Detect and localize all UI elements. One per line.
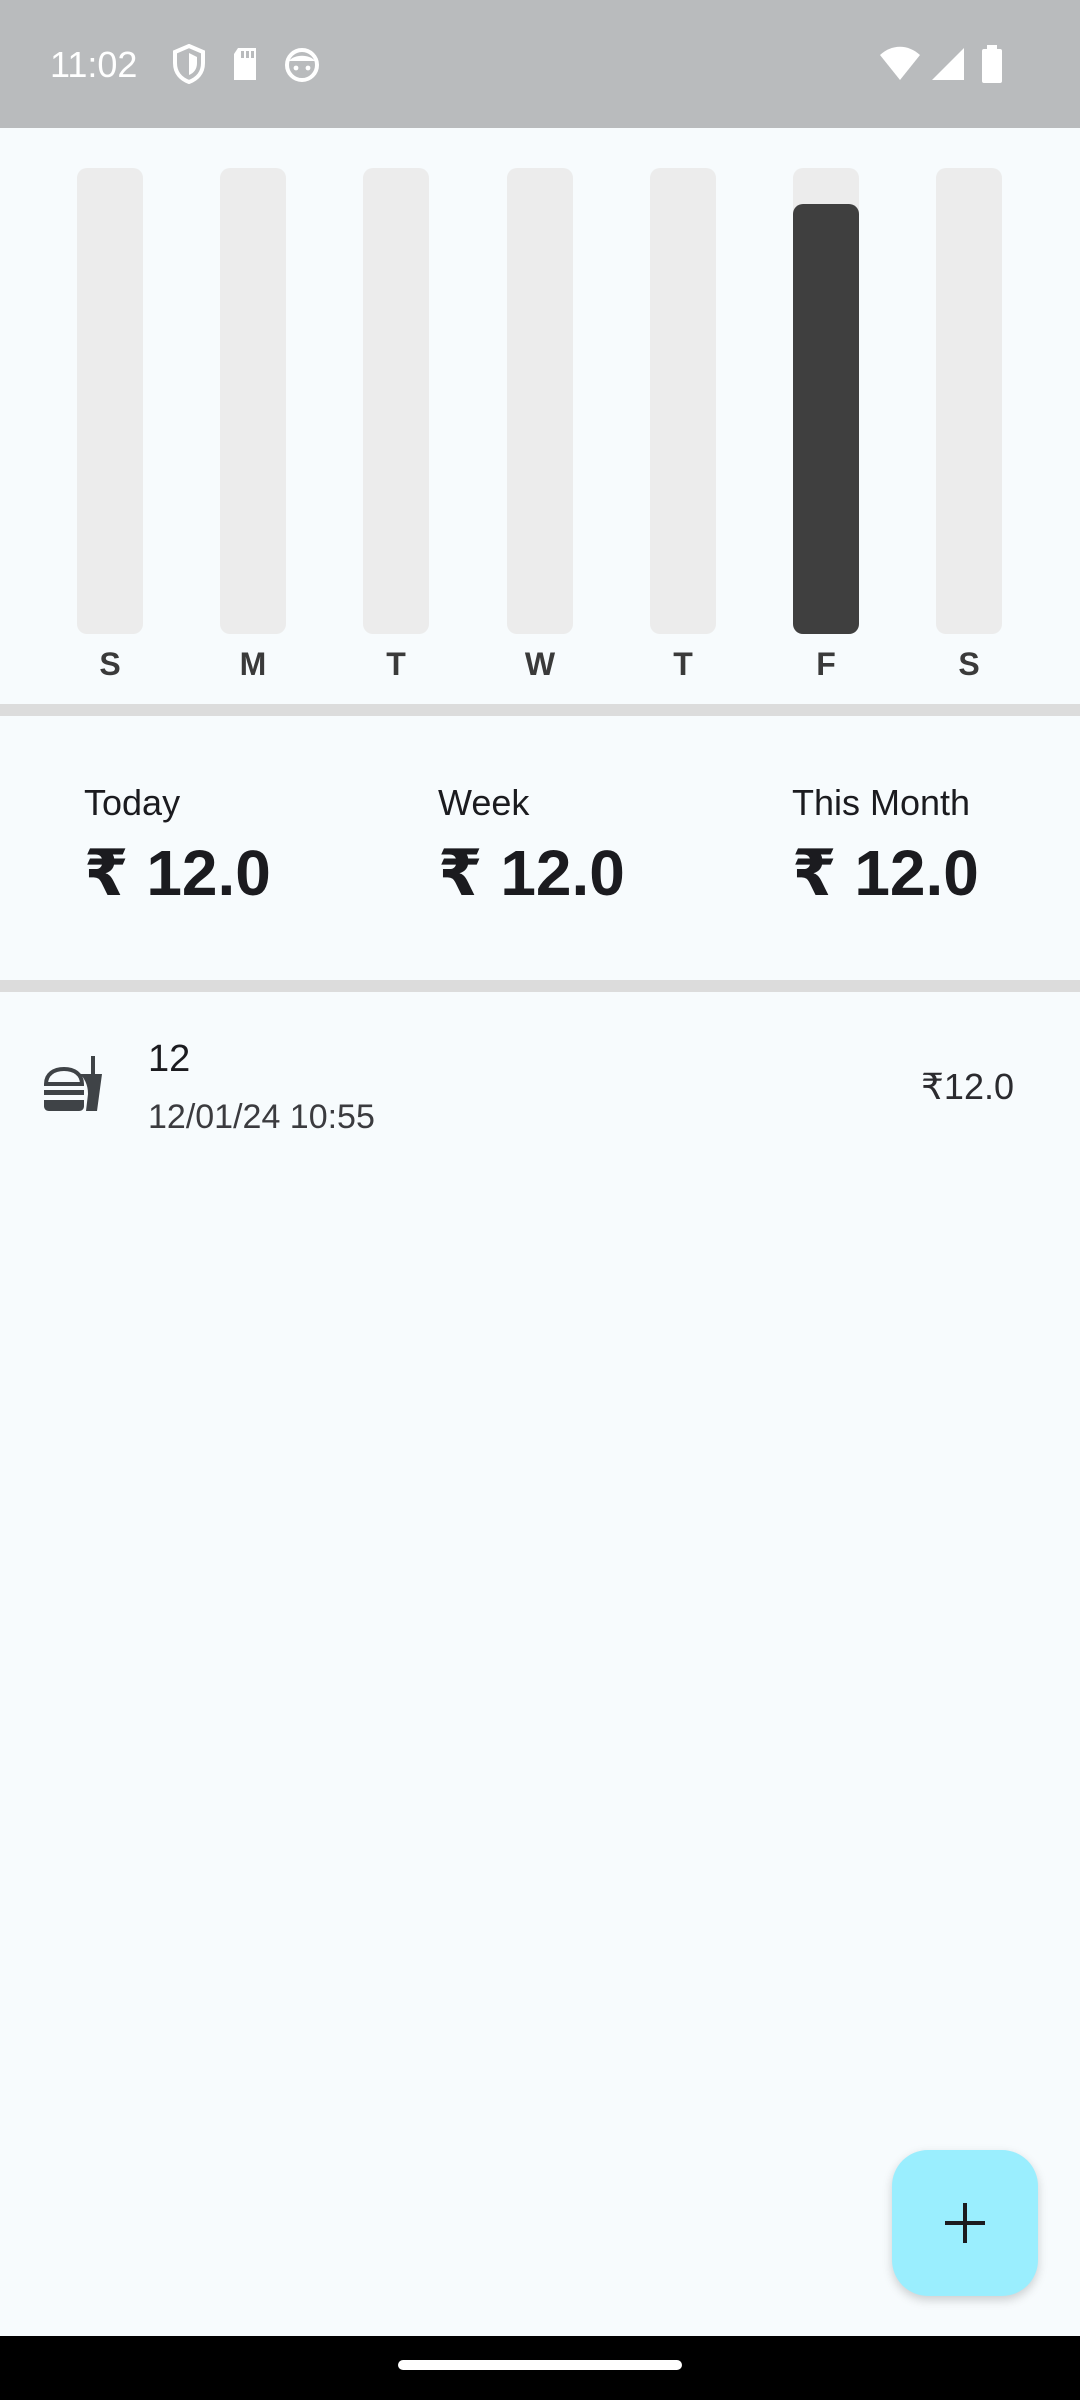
- divider: [0, 704, 1080, 716]
- summary-value: ₹ 12.0: [792, 837, 979, 909]
- navigation-bar: [0, 2336, 1080, 2400]
- bar-label: F: [816, 646, 836, 682]
- battery-icon: [982, 45, 1002, 83]
- bar-label: S: [958, 646, 980, 682]
- transaction-title: 12: [148, 1038, 191, 1080]
- summary-label: Today: [84, 782, 181, 823]
- bar-track: [507, 168, 573, 634]
- weekly-bar-chart: S M T W T F S: [0, 128, 1080, 704]
- fastfood-icon: [43, 1056, 102, 1111]
- bar-track: [363, 168, 429, 634]
- summary-label: Week: [438, 782, 530, 823]
- bar-fill: [793, 204, 859, 634]
- add-button[interactable]: [892, 2150, 1038, 2296]
- summary-week: Week ₹ 12.0: [438, 782, 625, 911]
- wifi-icon: [880, 46, 920, 80]
- transaction-datetime: 12/01/24 10:55: [148, 1098, 375, 1136]
- shield-icon: [173, 44, 205, 84]
- divider: [0, 980, 1080, 992]
- bar-label: S: [99, 646, 121, 682]
- bar-track: [650, 168, 716, 634]
- bar-track: [77, 168, 143, 634]
- summary-today: Today ₹ 12.0: [84, 782, 271, 911]
- summary-value: ₹ 12.0: [438, 837, 625, 909]
- status-bar: 11:02: [0, 0, 1080, 128]
- add-icon: [945, 2203, 985, 2243]
- transaction-amount: ₹12.0: [921, 1066, 1014, 1107]
- bar-track: [793, 168, 859, 634]
- transaction-row[interactable]: 12 12/01/24 10:55 ₹12.0: [0, 1000, 1080, 1180]
- face-icon: [285, 48, 319, 82]
- summary-value: ₹ 12.0: [84, 837, 271, 909]
- summary-panel: Today ₹ 12.0 Week ₹ 12.0 This Month ₹ 12…: [0, 716, 1080, 980]
- bar-label: M: [239, 646, 267, 682]
- status-icons-right: [878, 44, 1048, 84]
- bar-label: W: [524, 646, 556, 682]
- bar-track: [220, 168, 286, 634]
- signal-icon: [932, 48, 964, 80]
- status-time: 11:02: [50, 44, 138, 85]
- bar-label: T: [386, 646, 406, 682]
- home-gesture-handle[interactable]: [398, 2360, 682, 2370]
- bar-track: [936, 168, 1002, 634]
- summary-month: This Month ₹ 12.0: [792, 782, 979, 911]
- sd-card-icon: [234, 48, 256, 80]
- bar-label: T: [673, 646, 693, 682]
- summary-label: This Month: [792, 782, 971, 823]
